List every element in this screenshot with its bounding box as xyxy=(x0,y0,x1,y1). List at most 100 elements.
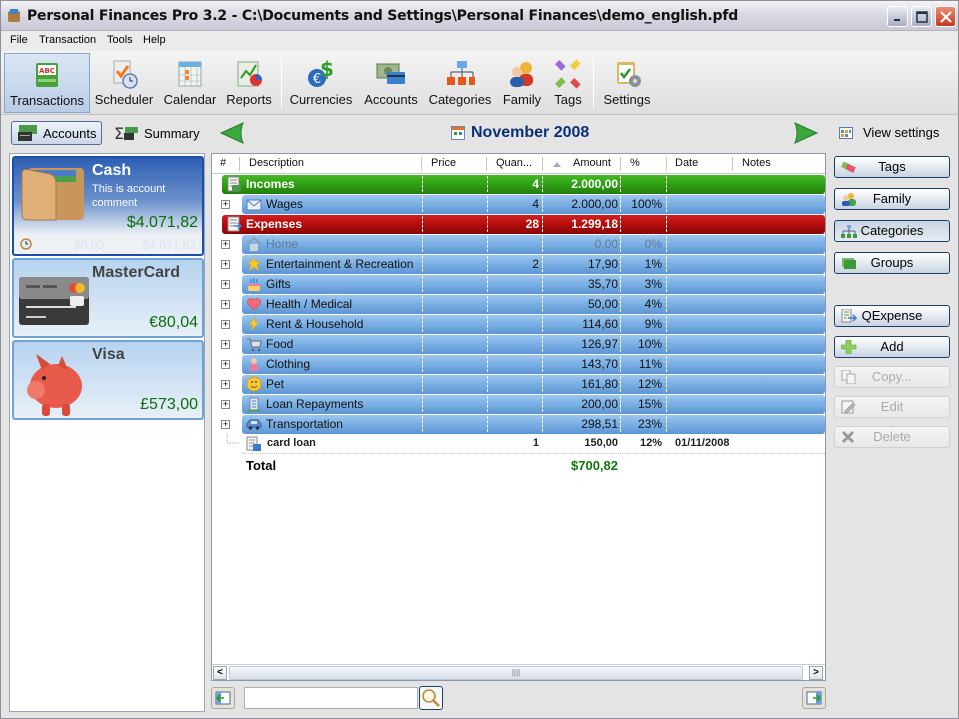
column-header-amount[interactable]: Amount xyxy=(573,157,611,169)
expand-toggle[interactable]: + xyxy=(221,260,230,269)
qexpense-button[interactable]: QExpense xyxy=(834,305,950,327)
search-input[interactable] xyxy=(244,687,418,709)
expand-toggle[interactable]: + xyxy=(221,200,230,209)
toolbar-categories[interactable]: Categories xyxy=(426,53,494,113)
column-header-number[interactable]: # xyxy=(220,157,226,169)
column-divider xyxy=(487,216,488,232)
collapse-right-panel-button[interactable] xyxy=(802,687,826,709)
toolbar-calendar[interactable]: Calendar xyxy=(160,53,220,113)
column-separator[interactable] xyxy=(666,157,667,171)
column-separator[interactable] xyxy=(620,157,621,171)
toolbar-transactions[interactable]: ABC Transactions xyxy=(4,53,90,113)
category-row-gifts[interactable]: + Gifts 35,70 3% xyxy=(212,274,825,294)
account-card-cash[interactable]: Cash This is account comment $4.071,82 $… xyxy=(12,156,204,256)
toolbar-reports[interactable]: Reports xyxy=(223,53,275,113)
column-divider xyxy=(487,276,488,292)
tab-summary[interactable]: Σ Summary xyxy=(109,121,205,145)
category-row-entertainment[interactable]: + Entertainment & Recreation 2 17,90 1% xyxy=(212,254,825,274)
scrollbar-thumb[interactable]: |||| xyxy=(229,666,803,680)
edit-button[interactable]: Edit xyxy=(834,396,950,418)
expand-toggle[interactable]: + xyxy=(221,240,230,249)
expand-toggle[interactable]: + xyxy=(221,320,230,329)
categories-button[interactable]: Categories xyxy=(834,220,950,242)
category-row-food[interactable]: + Food 126,97 10% xyxy=(212,334,825,354)
toolbar-currencies[interactable]: € $ Currencies xyxy=(287,53,355,113)
column-separator[interactable] xyxy=(542,157,543,171)
toolbar-settings[interactable]: Settings xyxy=(599,53,655,113)
column-header-description[interactable]: Description xyxy=(249,157,304,169)
tab-accounts[interactable]: Accounts xyxy=(11,121,103,145)
category-row-loan-repayments[interactable]: + Loan Repayments 200,00 15% xyxy=(212,394,825,414)
menu-help[interactable]: Help xyxy=(143,34,166,46)
column-divider xyxy=(422,256,423,272)
horizontal-scrollbar[interactable]: < |||| > xyxy=(212,664,825,680)
account-card-visa[interactable]: Visa £573,00 xyxy=(12,340,204,420)
column-separator[interactable] xyxy=(239,157,240,171)
column-header-date[interactable]: Date xyxy=(675,157,698,169)
house-icon xyxy=(246,237,262,251)
maximize-button[interactable] xyxy=(911,6,932,27)
group-row-incomes[interactable]: Incomes 4 2.000,00 xyxy=(212,174,825,194)
minimize-button[interactable] xyxy=(887,6,908,27)
transaction-row[interactable]: card loan 1 150,00 12% 01/11/2008 xyxy=(212,434,825,454)
toolbar-family[interactable]: Family xyxy=(498,53,546,113)
column-separator[interactable] xyxy=(421,157,422,171)
accounts-icon xyxy=(18,125,37,141)
expand-toggle[interactable]: + xyxy=(221,340,230,349)
column-header-percent[interactable]: % xyxy=(630,157,640,169)
column-separator[interactable] xyxy=(486,157,487,171)
family-icon xyxy=(842,193,856,206)
cake-icon xyxy=(248,278,260,291)
column-header-price[interactable]: Price xyxy=(431,157,456,169)
view-settings-button[interactable]: View settings xyxy=(839,125,939,140)
income-document-icon xyxy=(227,176,241,192)
scroll-right-arrow-icon[interactable]: > xyxy=(809,666,823,680)
scroll-left-arrow-icon[interactable]: < xyxy=(213,666,227,680)
category-row-clothing[interactable]: + Clothing 143,70 11% xyxy=(212,354,825,374)
toolbar-accounts[interactable]: Accounts xyxy=(360,53,422,113)
column-separator[interactable] xyxy=(732,157,733,171)
column-divider xyxy=(666,376,667,392)
column-header-quantity[interactable]: Quan... xyxy=(496,157,532,169)
envelope-icon xyxy=(246,199,262,211)
category-row-rent[interactable]: + Rent & Household 114,60 9% xyxy=(212,314,825,334)
close-button[interactable] xyxy=(935,6,956,27)
menu-file[interactable]: File xyxy=(10,34,28,46)
delete-button[interactable]: Delete xyxy=(834,426,950,448)
category-row-transportation[interactable]: + Transportation 298,51 23% xyxy=(212,414,825,434)
expand-toggle[interactable]: + xyxy=(221,280,230,289)
expand-toggle[interactable]: + xyxy=(221,360,230,369)
next-month-arrow-icon[interactable] xyxy=(793,121,819,145)
toolbar-tags[interactable]: Tags xyxy=(549,53,587,113)
expand-toggle[interactable]: + xyxy=(221,420,230,429)
column-divider xyxy=(487,236,488,252)
groups-button[interactable]: Groups xyxy=(834,252,950,274)
family-button[interactable]: Family xyxy=(834,188,950,210)
toolbar-scheduler[interactable]: Scheduler xyxy=(93,53,155,113)
column-divider xyxy=(542,416,543,432)
column-header-notes[interactable]: Notes xyxy=(742,157,771,169)
plus-icon xyxy=(841,340,857,354)
category-row-wages[interactable]: + Wages 4 2.000,00 100% xyxy=(212,194,825,214)
copy-button[interactable]: Copy... xyxy=(834,366,950,388)
tags-button[interactable]: Tags xyxy=(834,156,950,178)
expand-toggle[interactable]: + xyxy=(221,380,230,389)
account-card-mastercard[interactable]: MasterCard €80,04 xyxy=(12,258,204,338)
search-button[interactable] xyxy=(419,686,443,710)
menu-transaction[interactable]: Transaction xyxy=(39,34,96,46)
add-button[interactable]: Add xyxy=(834,336,950,358)
expand-toggle[interactable]: + xyxy=(221,400,230,409)
category-row-home[interactable]: + Home 0,00 0% xyxy=(212,234,825,254)
column-divider xyxy=(620,356,621,372)
column-divider xyxy=(620,176,621,192)
expand-toggle[interactable]: + xyxy=(221,300,230,309)
category-row-health[interactable]: + Health / Medical 50,00 4% xyxy=(212,294,825,314)
column-divider xyxy=(542,356,543,372)
title-bar: Personal Finances Pro 3.2 - C:\Documents… xyxy=(1,1,958,31)
calendar-icon xyxy=(451,126,465,140)
collapse-left-panel-button[interactable] xyxy=(211,687,235,709)
menu-tools[interactable]: Tools xyxy=(107,34,133,46)
previous-month-arrow-icon[interactable] xyxy=(219,121,245,145)
group-row-expenses[interactable]: Expenses 28 1.299,18 xyxy=(212,214,825,234)
category-row-pet[interactable]: + Pet 161,80 12% xyxy=(212,374,825,394)
